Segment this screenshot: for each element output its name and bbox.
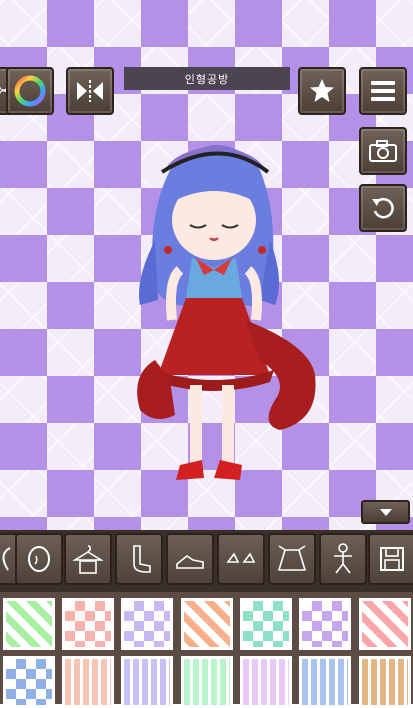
pattern-swatch[interactable] (62, 656, 114, 708)
menu-button[interactable] (359, 67, 407, 115)
pattern-swatch[interactable] (359, 598, 411, 650)
collapse-button[interactable] (361, 500, 410, 524)
tab-pose[interactable] (319, 533, 367, 585)
pattern-swatch[interactable] (121, 656, 173, 708)
tab-top[interactable] (64, 533, 112, 585)
color-wheel-button[interactable] (6, 67, 54, 115)
pattern-swatch[interactable] (181, 598, 233, 650)
pattern-swatch[interactable] (3, 656, 55, 708)
pattern-swatch[interactable] (299, 656, 351, 708)
hair-icon (2, 547, 11, 571)
tab-socks[interactable] (115, 533, 163, 585)
face-icon (28, 546, 50, 572)
rotate-left-icon (372, 197, 394, 219)
tab-face[interactable] (15, 533, 63, 585)
hanger-icon (72, 545, 104, 574)
doll-character (137, 145, 316, 480)
skirt-icon (277, 545, 307, 571)
pattern-swatch[interactable] (240, 656, 292, 708)
pattern-swatch[interactable] (3, 598, 55, 650)
mirror-button[interactable] (66, 67, 114, 115)
flip-horizontal-icon (77, 80, 103, 102)
floppy-disk-icon (380, 547, 404, 571)
shoe-icon (176, 555, 204, 569)
camera-button[interactable] (359, 127, 407, 175)
camera-icon (369, 140, 397, 162)
pattern-swatch[interactable] (240, 598, 292, 650)
hamburger-menu-icon (371, 81, 395, 101)
tab-skirt[interactable] (268, 533, 316, 585)
star-icon (310, 79, 334, 102)
pattern-swatch[interactable] (181, 656, 233, 708)
stick-figure-icon (334, 543, 352, 574)
dressup-canvas: ✂ 인형공방 (0, 0, 413, 530)
bows-icon (226, 552, 256, 563)
favorite-button[interactable] (298, 67, 346, 115)
pattern-swatch[interactable] (121, 598, 173, 650)
page-title: 인형공방 (124, 67, 290, 90)
tab-bows[interactable] (217, 533, 265, 585)
tab-shoes[interactable] (166, 533, 214, 585)
tab-save[interactable] (368, 533, 413, 585)
pattern-swatch[interactable] (62, 598, 114, 650)
chevron-down-icon (379, 509, 392, 516)
pattern-swatch[interactable] (299, 598, 351, 650)
color-wheel-icon (14, 75, 46, 107)
pattern-swatch[interactable] (359, 656, 411, 708)
foot-icon (133, 545, 151, 573)
reset-button[interactable] (359, 184, 407, 232)
